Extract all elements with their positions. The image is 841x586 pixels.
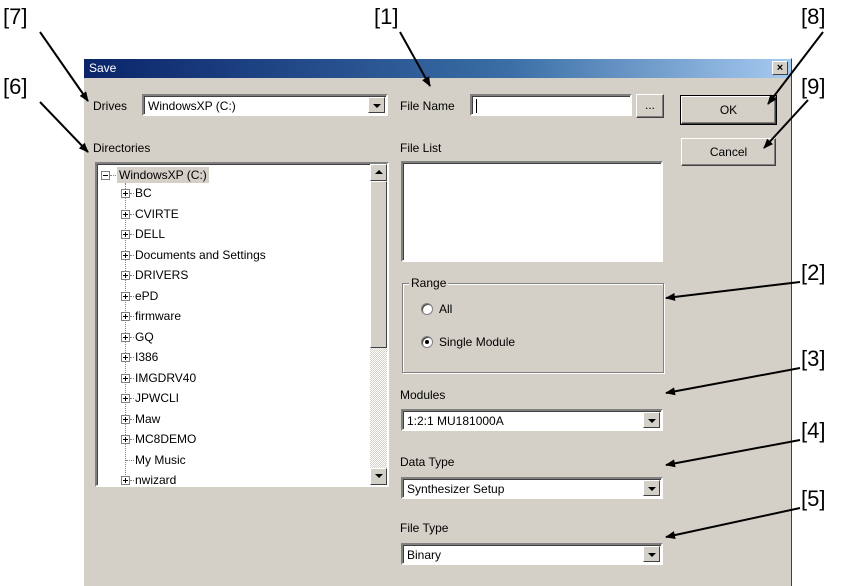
arrow-9 xyxy=(763,99,809,149)
arrow-4 xyxy=(665,439,801,468)
arrow-8 xyxy=(767,31,824,105)
arrow-6 xyxy=(39,101,89,153)
callout-arrows xyxy=(39,31,824,540)
arrow-2 xyxy=(665,281,801,301)
arrow-1 xyxy=(399,31,431,87)
arrow-3 xyxy=(665,367,801,396)
arrow-7 xyxy=(39,31,89,102)
arrow-5 xyxy=(665,507,801,540)
